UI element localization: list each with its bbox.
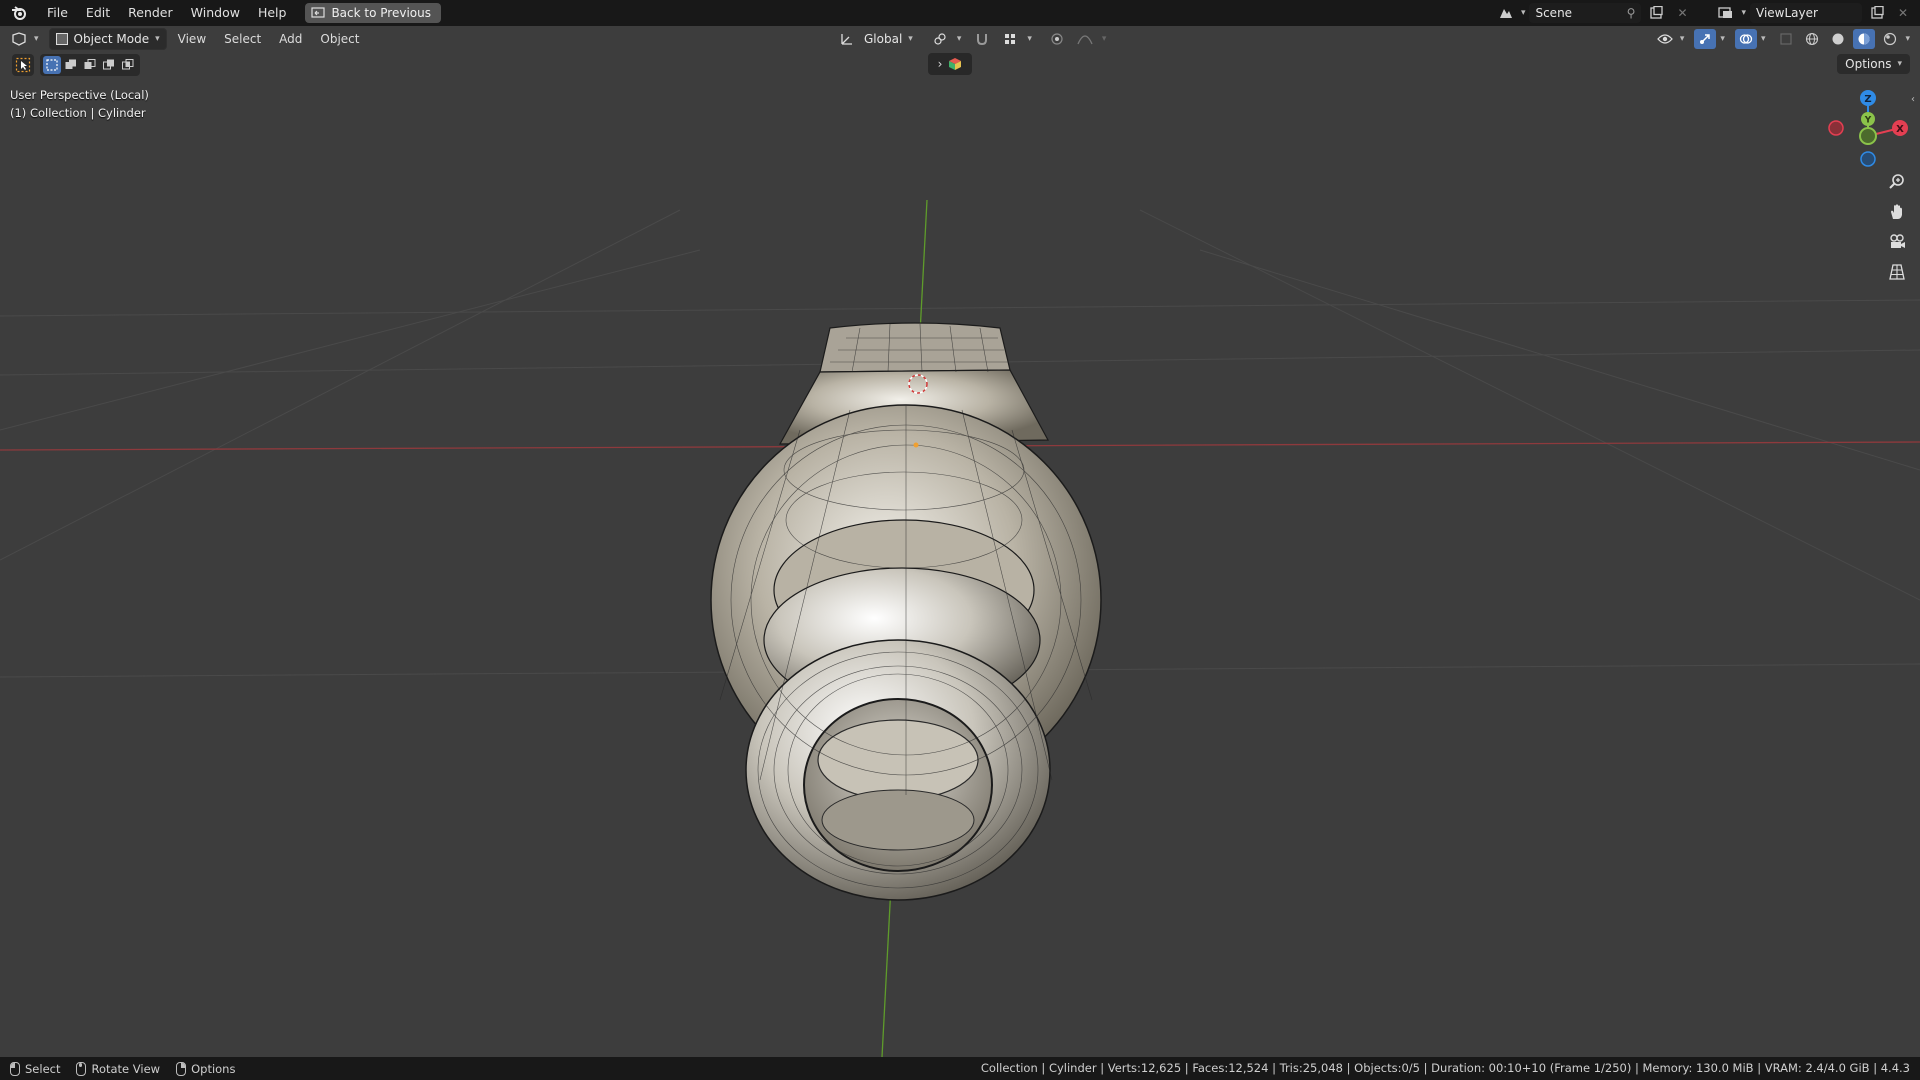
gizmo-y-label: Y	[1864, 116, 1872, 126]
toggle-perspective-grid-icon[interactable]	[1883, 258, 1911, 286]
menu-render[interactable]: Render	[119, 0, 182, 26]
viewlayer-selector[interactable]: ViewLayer	[1750, 3, 1862, 23]
gizmo-neg-x-handle[interactable]	[1828, 120, 1844, 136]
gizmo-x-label: X	[1896, 124, 1904, 135]
falloff-curve-icon[interactable]	[1074, 29, 1096, 49]
invert-selection-icon[interactable]	[100, 56, 118, 74]
object-mode-icon	[55, 33, 68, 45]
chevron-down-icon: ▾	[1741, 8, 1746, 18]
chevron-down-icon: ▾	[1520, 8, 1526, 18]
editor-type-icon[interactable]	[8, 29, 30, 49]
snap-target-icon[interactable]	[999, 29, 1021, 49]
view-name-text: User Perspective (Local)	[10, 88, 149, 102]
xray-toggle-icon[interactable]	[1775, 29, 1797, 49]
scene-type-icon[interactable]	[1495, 3, 1517, 23]
object-mode-label: Object Mode	[73, 32, 150, 46]
pin-icon[interactable]: ⚲	[1627, 6, 1636, 20]
proportional-editing-icon[interactable]	[1046, 29, 1068, 49]
subtract-selection-icon[interactable]	[81, 56, 99, 74]
scene-statistics: Collection | Cylinder | Verts:12,625 | F…	[980, 1061, 1910, 1075]
viewport-header: ▾ Object Mode ▾ View Select Add Object G…	[0, 27, 1920, 51]
chevron-down-icon: ▾	[956, 34, 962, 44]
menu-window[interactable]: Window	[182, 0, 249, 26]
chevron-down-icon: ▾	[155, 34, 160, 44]
camera-view-icon[interactable]	[1883, 228, 1911, 256]
chevron-down-icon: ▾	[1679, 34, 1685, 44]
material-preview-shading-icon[interactable]	[1853, 29, 1876, 49]
hint-rotate-view-label: Rotate View	[91, 1061, 161, 1076]
status-bar: Select Rotate View Options Collection | …	[0, 1057, 1920, 1080]
zoom-view-icon[interactable]	[1883, 168, 1911, 196]
transform-orientation-icon	[836, 29, 858, 49]
menu-edit[interactable]: Edit	[77, 0, 119, 26]
gizmo-z-label: Z	[1864, 94, 1871, 105]
show-overlays-icon[interactable]	[1734, 29, 1757, 49]
hint-options-label: Options	[191, 1061, 236, 1076]
menu-add[interactable]: Add	[272, 32, 309, 46]
gizmo-neg-z-handle[interactable]	[1860, 151, 1876, 167]
pivot-point-icon[interactable]	[929, 29, 951, 49]
right-mouse-icon	[176, 1061, 187, 1076]
solid-shading-icon[interactable]	[1827, 29, 1849, 49]
viewlayer-name: ViewLayer	[1756, 6, 1818, 20]
gizmo-neg-y-handle[interactable]	[1859, 127, 1877, 145]
hint-options: Options	[176, 1061, 236, 1076]
back-to-previous-label: Back to Previous	[331, 6, 431, 20]
chevron-down-icon: ▾	[908, 34, 913, 44]
extend-selection-icon[interactable]	[62, 56, 80, 74]
menu-file[interactable]: File	[38, 0, 77, 26]
options-label: Options	[1845, 57, 1892, 71]
intersect-selection-icon[interactable]	[119, 56, 137, 74]
chevron-down-icon: ▾	[1905, 34, 1910, 44]
transform-orientation-label: Global	[864, 32, 903, 46]
sidebar-toggle-icon[interactable]: ‹	[1911, 94, 1915, 105]
wireframe-shading-icon[interactable]	[1801, 29, 1823, 49]
chevron-down-icon: ▾	[1101, 34, 1107, 44]
blender-logo-icon[interactable]	[0, 0, 38, 26]
tool-settings-row	[12, 54, 140, 76]
active-collection-object-text: (1) Collection | Cylinder	[10, 106, 146, 120]
back-to-previous-button[interactable]: Back to Previous	[305, 3, 441, 23]
menu-view[interactable]: View	[171, 32, 213, 46]
chevron-down-icon: ▾	[1897, 59, 1902, 69]
middle-mouse-icon	[76, 1061, 87, 1076]
object-mode-dropdown[interactable]: Object Mode ▾	[48, 28, 167, 50]
object-origin	[913, 442, 919, 448]
show-gizmo-icon[interactable]	[1694, 29, 1717, 49]
hint-select: Select	[10, 1061, 61, 1076]
new-viewlayer-icon[interactable]	[1866, 3, 1888, 23]
chevron-down-icon: ▾	[34, 34, 39, 44]
select-box-tool-icon[interactable]	[12, 54, 34, 76]
viewlayer-icon[interactable]	[1715, 3, 1737, 23]
hint-rotate-view: Rotate View	[76, 1061, 161, 1076]
hint-select-label: Select	[25, 1061, 61, 1076]
top-menu-bar: File Edit Render Window Help Back to Pre…	[0, 0, 1920, 26]
menu-select[interactable]: Select	[217, 32, 268, 46]
chevron-down-icon: ▾	[1027, 34, 1032, 44]
pan-view-hand-icon[interactable]	[1883, 198, 1911, 226]
viewport-3d[interactable]	[0, 0, 1920, 1080]
back-screen-icon	[311, 7, 326, 18]
new-scene-icon[interactable]	[1645, 3, 1667, 23]
selection-mode-group	[40, 54, 140, 76]
delete-scene-icon[interactable]: ✕	[1671, 3, 1693, 23]
rendered-shading-icon[interactable]	[1879, 29, 1901, 49]
transform-orientation-dropdown[interactable]: Global ▾	[864, 32, 913, 46]
object-visibility-icon[interactable]	[1654, 29, 1676, 49]
chevron-down-icon: ▾	[1760, 34, 1766, 44]
scene-name: Scene	[1535, 6, 1573, 20]
options-dropdown[interactable]: Options ▾	[1837, 54, 1910, 74]
menu-help[interactable]: Help	[249, 0, 296, 26]
delete-viewlayer-icon[interactable]: ✕	[1892, 3, 1914, 23]
chevron-right-icon: ›	[937, 57, 943, 71]
navigation-gizmo[interactable]: Z Y X	[1818, 86, 1908, 176]
chevron-down-icon: ▾	[1720, 34, 1725, 44]
color-cube-icon	[949, 58, 962, 70]
left-mouse-icon	[10, 1061, 20, 1076]
snap-toggle-icon[interactable]	[971, 29, 993, 49]
set-new-selection-icon[interactable]	[43, 56, 61, 74]
scene-selector[interactable]: Scene ⚲	[1529, 3, 1642, 23]
menu-object[interactable]: Object	[313, 32, 366, 46]
asset-shelf-toggle[interactable]: ›	[928, 53, 972, 75]
